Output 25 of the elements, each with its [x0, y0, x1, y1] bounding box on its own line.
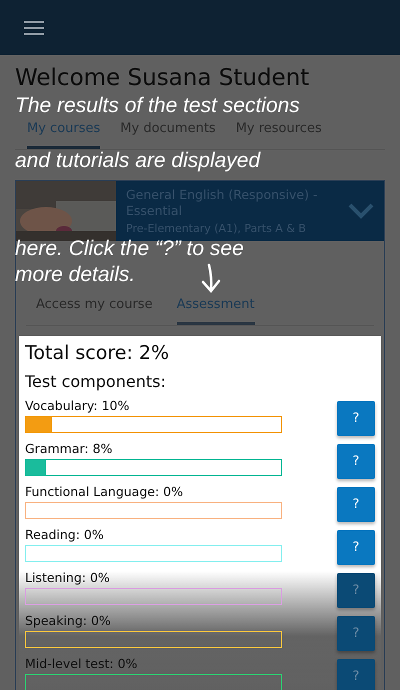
course-tab[interactable]: Assessment	[176, 297, 255, 325]
nav-tab[interactable]: My courses	[27, 121, 100, 149]
help-button[interactable]: ?	[337, 530, 375, 565]
tutorial-text: here. Click the “?” to see	[15, 237, 244, 261]
tutorial-text: and tutorials are displayed	[15, 149, 260, 173]
help-button[interactable]: ?	[337, 573, 375, 608]
component-label: Reading: 0%	[25, 526, 105, 543]
component-label: Grammar: 8%	[25, 440, 114, 457]
tutorial-text: more details.	[15, 263, 136, 287]
help-button[interactable]: ?	[337, 444, 375, 479]
help-button[interactable]: ?	[337, 401, 375, 436]
component-label: Functional Language: 0%	[25, 483, 184, 500]
help-button[interactable]: ?	[337, 659, 375, 690]
total-score: Total score: 2%	[25, 342, 170, 364]
component-label: Vocabulary: 10%	[25, 397, 130, 414]
component-label: Mid-level test: 0%	[25, 655, 138, 672]
welcome-heading: Welcome Susana Student	[15, 64, 310, 93]
tutorial-text: The results of the test sections	[15, 94, 300, 118]
menu-icon[interactable]	[24, 20, 44, 34]
help-button[interactable]: ?	[337, 487, 375, 522]
component-label: Speaking: 0%	[25, 612, 112, 629]
component-label: Listening: 0%	[25, 569, 111, 586]
components-heading: Test components:	[25, 372, 167, 391]
arrow-icon	[200, 263, 222, 293]
help-button[interactable]: ?	[337, 616, 375, 651]
